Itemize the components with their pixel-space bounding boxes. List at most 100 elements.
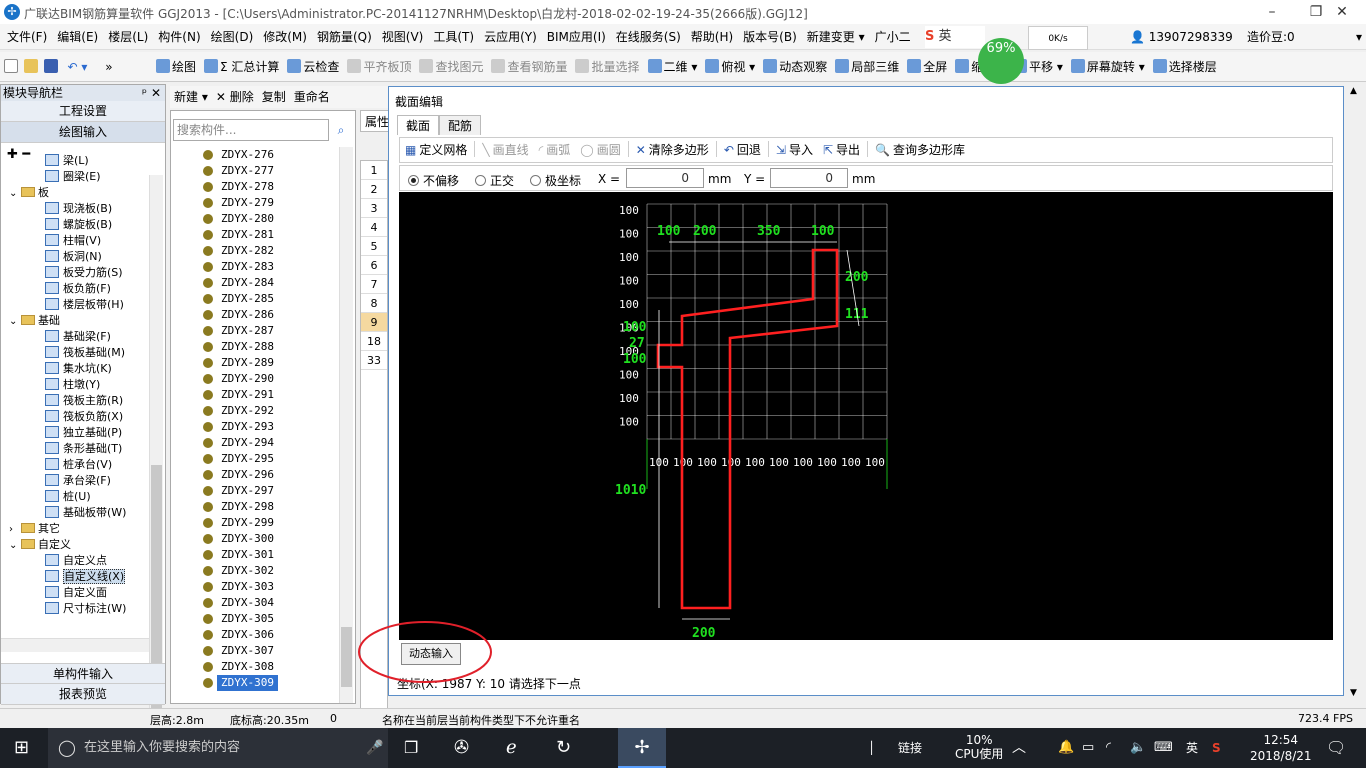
nav-tree-item[interactable]: 基础梁(F) — [1, 329, 149, 345]
component-list-item[interactable]: ZDYX-302 — [203, 563, 278, 579]
minimize-button[interactable]: – — [1250, 2, 1294, 22]
expand-toggle-icon[interactable]: ⌄ — [9, 314, 21, 330]
component-list-item[interactable]: ZDYX-278 — [203, 179, 278, 195]
component-list-item[interactable]: ZDYX-305 — [203, 611, 278, 627]
clock[interactable]: 12:54 2018/8/21 — [1250, 728, 1312, 768]
property-row-number[interactable]: 6 — [361, 256, 387, 275]
menu-item-6[interactable]: 钢筋量(Q) — [312, 24, 377, 50]
sogou-tray-icon[interactable]: S — [1212, 728, 1221, 768]
price-beans[interactable]: 造价豆:0 — [1247, 24, 1295, 50]
component-list-scrollbar[interactable] — [339, 147, 353, 703]
property-row-number[interactable]: 18 — [361, 332, 387, 351]
draw-input-button[interactable]: 绘图输入 — [1, 122, 165, 143]
menu-item-0[interactable]: 文件(F) — [2, 24, 52, 50]
nav-tree-item[interactable]: 自定义点 — [1, 553, 149, 569]
menu-item-7[interactable]: 视图(V) — [377, 24, 429, 50]
toolbar-btn-3[interactable]: 平齐板顶 — [343, 52, 415, 82]
link-label[interactable]: 链接 — [898, 728, 922, 768]
nav-tree-scrollbar[interactable] — [149, 175, 163, 737]
section-tool-7[interactable]: ⇱ 导出 — [818, 138, 865, 162]
section-tool-4[interactable]: ✕ 清除多边形 — [631, 138, 714, 162]
toolbar-btn-14[interactable]: 屏幕旋转 ▾ — [1067, 52, 1149, 82]
scroll-up-icon[interactable]: ▲ — [1350, 86, 1357, 96]
nav-tree-item[interactable]: 现浇板(B) — [1, 201, 149, 217]
toolbar-btn-11[interactable]: 全屏 — [903, 52, 951, 82]
menu-item-4[interactable]: 绘图(D) — [206, 24, 259, 50]
undo-icon[interactable]: ↶ ▾ — [67, 60, 87, 74]
app-swirl-icon[interactable]: ↻ — [556, 728, 571, 768]
component-list-item[interactable]: ZDYX-309 — [203, 675, 278, 691]
section-tool-3[interactable]: ◯ 画圆 — [575, 138, 625, 162]
property-row-number[interactable]: 2 — [361, 180, 387, 199]
property-row-number[interactable]: 5 — [361, 237, 387, 256]
main-scrollbar[interactable]: ▲ ▼ — [1348, 84, 1366, 704]
offset-radio-2[interactable]: 极坐标 — [530, 174, 581, 188]
component-list-item[interactable]: ZDYX-289 — [203, 355, 278, 371]
keyboard-icon[interactable]: ⌨ — [1154, 728, 1173, 768]
task-view-icon[interactable]: ❐ — [404, 728, 418, 768]
component-list-item[interactable]: ZDYX-279 — [203, 195, 278, 211]
component-list-item[interactable]: ZDYX-294 — [203, 435, 278, 451]
component-list-item[interactable]: ZDYX-281 — [203, 227, 278, 243]
component-list-item[interactable]: ZDYX-300 — [203, 531, 278, 547]
pin-icon[interactable]: ᵖ — [142, 85, 147, 101]
microphone-icon[interactable]: 🎤 — [366, 728, 383, 768]
property-row-number[interactable]: 3 — [361, 199, 387, 218]
user-phone[interactable]: 👤 13907298339 — [1130, 24, 1233, 50]
project-settings-button[interactable]: 工程设置 — [1, 101, 165, 122]
nav-tree-item[interactable]: 自定义线(X) — [1, 569, 149, 585]
component-list-item[interactable]: ZDYX-298 — [203, 499, 278, 515]
component-list-item[interactable]: ZDYX-297 — [203, 483, 278, 499]
menu-item-2[interactable]: 楼层(L) — [103, 24, 153, 50]
nav-tree-hscrollbar[interactable] — [1, 638, 149, 652]
toolbar-more-icon[interactable]: » — [105, 60, 112, 74]
fan-app-icon[interactable]: ✇ — [454, 728, 469, 768]
open-folder-icon[interactable] — [23, 59, 38, 73]
component-list-item[interactable]: ZDYX-304 — [203, 595, 278, 611]
component-list-item[interactable]: ZDYX-296 — [203, 467, 278, 483]
cpu-meter[interactable]: 10% CPU使用 — [955, 728, 1003, 768]
menu-item-1[interactable]: 编辑(E) — [52, 24, 103, 50]
nav-tree-item[interactable]: 独立基础(P) — [1, 425, 149, 441]
component-scroll-thumb[interactable] — [341, 627, 352, 687]
scroll-down-icon[interactable]: ▼ — [1350, 688, 1357, 698]
property-row-number[interactable]: 8 — [361, 294, 387, 313]
nav-tree-item[interactable]: 尺寸标注(W) — [1, 601, 149, 617]
toolbar-btn-6[interactable]: 批量选择 — [571, 52, 643, 82]
battery-icon[interactable]: ▭ — [1082, 728, 1094, 768]
ggj-app-icon[interactable]: ✢ — [618, 728, 666, 768]
nav-tree-item[interactable]: 圈梁(E) — [1, 169, 149, 185]
dialog-tab-1[interactable]: 配筋 — [439, 115, 482, 135]
ime-toolbar[interactable]: S 英 — [925, 26, 985, 48]
nav-tree-item[interactable]: 筏板基础(M) — [1, 345, 149, 361]
component-list-item[interactable]: ZDYX-284 — [203, 275, 278, 291]
property-row-number[interactable]: 7 — [361, 275, 387, 294]
nav-tree-item[interactable]: 条形基础(T) — [1, 441, 149, 457]
component-list-item[interactable]: ZDYX-295 — [203, 451, 278, 467]
component-list-item[interactable]: ZDYX-286 — [203, 307, 278, 323]
nav-tree-item[interactable]: 桩承台(V) — [1, 457, 149, 473]
nav-tree-item[interactable]: 板洞(N) — [1, 249, 149, 265]
component-list-item[interactable]: ZDYX-299 — [203, 515, 278, 531]
menu-item-14[interactable]: 新建变更 ▾ — [802, 24, 870, 50]
toolbar-btn-9[interactable]: 动态观察 — [759, 52, 831, 82]
toolbar-btn-0[interactable]: 绘图 — [152, 52, 200, 82]
component-list-item[interactable]: ZDYX-280 — [203, 211, 278, 227]
offset-radio-1[interactable]: 正交 — [475, 174, 514, 188]
menu-item-9[interactable]: 云应用(Y) — [479, 24, 542, 50]
nav-tree-item[interactable]: 梁(L) — [1, 153, 149, 169]
nav-tree-item[interactable]: 螺旋板(B) — [1, 217, 149, 233]
toolbar-btn-5[interactable]: 查看钢筋量 — [487, 52, 571, 82]
nav-tree-item[interactable]: 板受力筋(S) — [1, 265, 149, 281]
search-icon[interactable]: ⌕ — [331, 119, 351, 141]
toolbar-btn-4[interactable]: 查找图元 — [415, 52, 487, 82]
component-tool-0[interactable]: 新建 ▾ — [170, 90, 212, 104]
network-icon[interactable]: ◜ — [1106, 728, 1111, 768]
tray-expand-icon[interactable]: ︿ — [1012, 728, 1026, 768]
nav-tree-item[interactable]: 楼层板带(H) — [1, 297, 149, 313]
nav-tree-item[interactable]: 自定义面 — [1, 585, 149, 601]
offset-radio-0[interactable]: 不偏移 — [408, 174, 459, 188]
component-list-item[interactable]: ZDYX-285 — [203, 291, 278, 307]
section-tool-5[interactable]: ↶ 回退 — [719, 138, 766, 162]
report-preview-button[interactable]: 报表预览 — [1, 684, 165, 705]
